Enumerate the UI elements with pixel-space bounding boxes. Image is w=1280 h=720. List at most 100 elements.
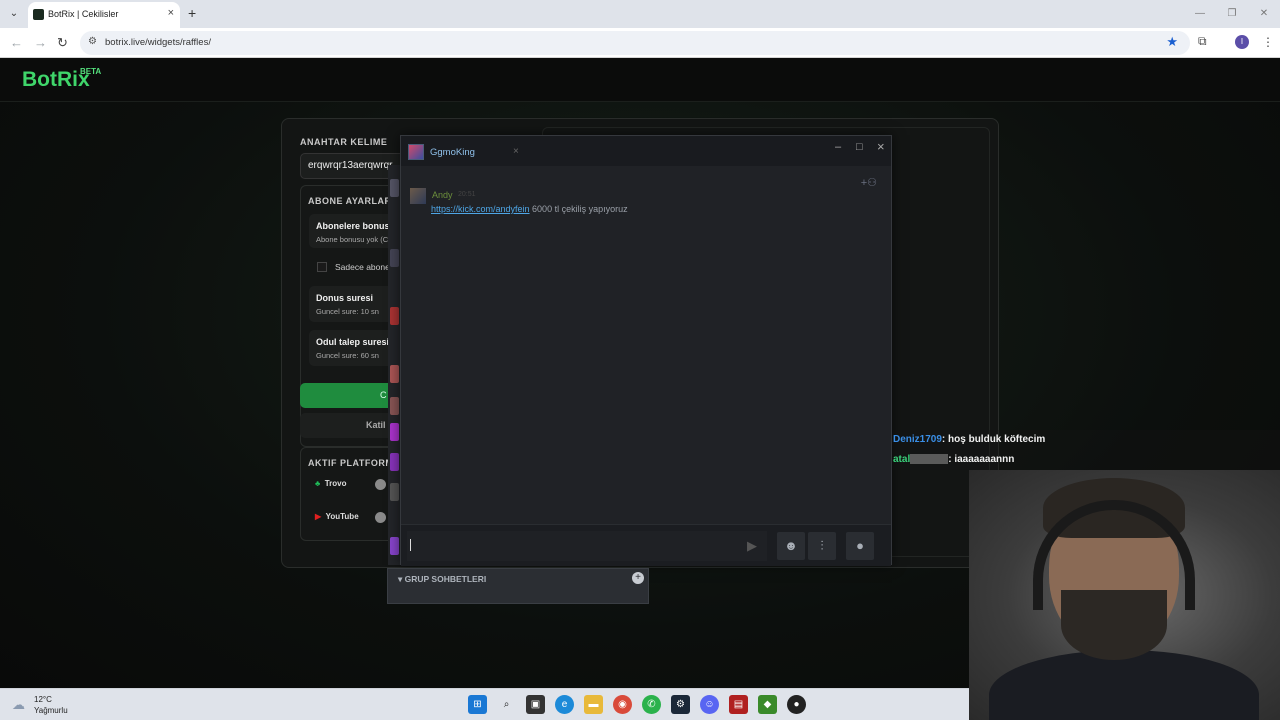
tab-close-icon[interactable]: ×	[168, 7, 174, 19]
friend-avatar[interactable]	[390, 453, 399, 471]
chat-tab-close-icon[interactable]: ×	[513, 146, 519, 157]
browser-menu-icon[interactable]: ⋮	[1262, 35, 1274, 49]
join-label: Katil	[366, 420, 386, 430]
site-favicon-icon	[33, 9, 44, 20]
youtube-platform: ▶ YouTube	[315, 512, 359, 521]
message-link[interactable]: https://kick.com/andyfein	[431, 204, 530, 214]
keyword-label: ANAHTAR KELIME	[300, 137, 388, 147]
minecraft-icon[interactable]: ◆	[758, 695, 777, 714]
group-chats-bar[interactable]: ▾ GRUP SOHBETLERI +	[387, 568, 649, 604]
site-header: BotRix BETA	[0, 58, 1280, 102]
message-text: https://kick.com/andyfein 6000 tl çekili…	[431, 204, 628, 214]
restore-icon[interactable]: ❐	[1216, 0, 1248, 28]
reload-icon[interactable]: ↻	[57, 35, 68, 51]
new-tab-button[interactable]: +	[188, 5, 196, 21]
url-text[interactable]: botrix.live/widgets/raffles/	[105, 37, 211, 48]
youtube-icon: ▶	[315, 512, 322, 521]
file-explorer-icon[interactable]: ▬	[584, 695, 603, 714]
obs-icon[interactable]: ●	[787, 695, 806, 714]
friend-avatar[interactable]	[390, 365, 399, 383]
add-friend-icon[interactable]: +⚇	[861, 176, 877, 189]
blurred-username	[910, 454, 949, 465]
sender-avatar[interactable]	[410, 188, 426, 204]
chat-close-icon[interactable]: ×	[877, 139, 885, 154]
webcam-overlay	[969, 470, 1280, 720]
emoticon-icon[interactable]: ☻	[777, 532, 805, 560]
address-bar[interactable]: ⚙ botrix.live/widgets/raffles/ ★	[80, 31, 1190, 55]
chat-messages: +⚇ Andy 20:51 https://kick.com/andyfein …	[401, 166, 891, 524]
start-raffle-label: C	[380, 390, 387, 400]
windows-taskbar: ☁ 12°C Yağmurlu ⊞ ⌕ ▣ e ▬ ◉ ✆ ⚙ ☺ ▤ ◆ ●	[0, 688, 969, 720]
forward-icon[interactable]: →	[34, 35, 47, 50]
only-subs-checkbox[interactable]	[317, 262, 327, 272]
trovo-label: Trovo	[324, 479, 347, 488]
overlay-text: : iaaaaaaannn	[948, 454, 1015, 465]
minimize-icon[interactable]: —	[1184, 0, 1216, 28]
task-view-icon[interactable]: ▣	[526, 695, 545, 714]
chat-tab-name[interactable]: GgmoKing	[430, 147, 475, 158]
overlay-username: Deniz1709	[893, 434, 942, 445]
site-info-icon[interactable]: ⚙	[88, 36, 97, 47]
duration-subtitle: Guncel sure: 10 sn	[316, 307, 379, 316]
tab-search-icon[interactable]: ⌄	[6, 6, 22, 22]
chat-titlebar[interactable]: GgmoKing × – □ ×	[401, 136, 891, 166]
close-icon[interactable]: ✕	[1248, 0, 1280, 28]
voice-icon[interactable]: ●	[846, 532, 874, 560]
friend-avatar[interactable]	[390, 307, 399, 325]
weather-temperature[interactable]: 12°C	[34, 695, 52, 704]
chat-input[interactable]	[407, 531, 767, 561]
start-icon[interactable]: ⊞	[468, 695, 487, 714]
bookmark-star-icon[interactable]: ★	[1166, 34, 1178, 50]
only-subs-label: Sadece abone	[335, 262, 390, 272]
chrome-icon[interactable]: ◉	[613, 695, 632, 714]
friend-avatar[interactable]	[390, 397, 399, 415]
sub-bonus-subtitle: Abone bonusu yok (C	[316, 235, 389, 244]
friend-avatar[interactable]	[390, 249, 399, 267]
friend-avatar[interactable]	[390, 179, 399, 197]
weather-icon[interactable]: ☁	[12, 697, 25, 713]
back-icon[interactable]: ←	[10, 35, 23, 50]
friend-avatar	[408, 144, 424, 160]
overlay-text: : hoş bulduk köftecim	[941, 434, 1046, 445]
sub-bonus-title: Abonelere bonus	[316, 221, 390, 231]
duration-title: Donus suresi	[316, 293, 374, 303]
friends-list-strip	[388, 165, 400, 565]
voicemeeter-icon[interactable]: ▤	[729, 695, 748, 714]
friend-avatar[interactable]	[390, 483, 399, 501]
search-icon[interactable]: ⌕	[497, 695, 516, 714]
tab-title: BotRix | Cekilisler	[48, 9, 119, 19]
friend-avatar[interactable]	[390, 423, 399, 441]
extensions-icon[interactable]: ⧉	[1198, 34, 1207, 49]
trovo-icon: ♣	[315, 479, 321, 488]
chat-minimize-icon[interactable]: –	[835, 141, 841, 153]
whatsapp-icon[interactable]: ✆	[642, 695, 661, 714]
group-chats-label: ▾ GRUP SOHBETLERI	[398, 574, 487, 584]
overlay-message: atal : iaaaaaaannn	[893, 454, 1014, 465]
active-platforms-label: AKTIF PLATFORM	[308, 458, 394, 468]
browser-tab[interactable]: BotRix | Cekilisler ×	[28, 2, 180, 28]
claim-time-title: Odul talep suresi	[316, 337, 390, 347]
edge-icon[interactable]: e	[555, 695, 574, 714]
chat-maximize-icon[interactable]: □	[856, 141, 863, 153]
trovo-toggle[interactable]	[375, 479, 386, 490]
message-body: 6000 tl çekiliş yapıyoruz	[529, 204, 628, 214]
youtube-label: YouTube	[325, 512, 359, 521]
profile-avatar[interactable]: I	[1235, 35, 1249, 49]
overlay-username: atal	[893, 454, 911, 465]
youtube-toggle[interactable]	[375, 512, 386, 523]
attach-icon[interactable]: ⫶	[808, 532, 836, 560]
discord-icon[interactable]: ☺	[700, 695, 719, 714]
message-sender[interactable]: Andy	[432, 190, 453, 200]
steam-icon[interactable]: ⚙	[671, 695, 690, 714]
weather-description[interactable]: Yağmurlu	[34, 706, 68, 715]
streamer-body	[989, 650, 1259, 720]
taskbar-apps: ⊞ ⌕ ▣ e ▬ ◉ ✆ ⚙ ☺ ▤ ◆ ●	[468, 695, 806, 714]
message-time: 20:51	[458, 191, 476, 198]
beta-badge: BETA	[80, 67, 102, 76]
text-caret	[410, 539, 411, 551]
chat-composer: ▶ ☻ ⫶ ●	[401, 524, 891, 566]
window-controls: — ❐ ✕	[1184, 0, 1280, 28]
send-icon[interactable]: ▶	[738, 532, 766, 560]
add-group-icon[interactable]: +	[632, 572, 644, 584]
friend-avatar[interactable]	[390, 537, 399, 555]
